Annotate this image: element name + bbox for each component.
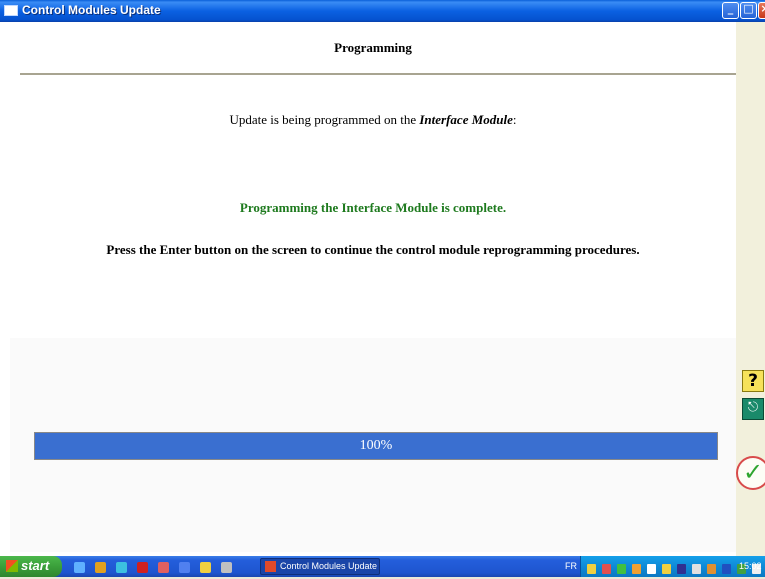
language-indicator[interactable]: FR (565, 561, 577, 571)
tray-icon[interactable] (722, 564, 731, 574)
tray-icon[interactable] (692, 564, 701, 574)
app-icon (265, 561, 276, 572)
minimize-icon: _ (727, 2, 734, 15)
start-label: start (21, 558, 50, 573)
maximize-icon: □ (743, 2, 754, 15)
tray-icon[interactable] (617, 564, 626, 574)
side-toolbar: ? ⎋ ✓ (736, 22, 765, 556)
question-icon: ? (748, 371, 758, 391)
app-window: Control Modules Update _ □ × Programming… (0, 0, 765, 556)
tray-icon[interactable] (587, 564, 596, 574)
close-button[interactable]: × (758, 2, 765, 19)
quick-launch-icon[interactable] (116, 562, 127, 573)
maximize-button[interactable]: □ (740, 2, 757, 19)
windows-logo-icon (6, 560, 18, 572)
tray-icon[interactable] (707, 564, 716, 574)
window-icon (4, 5, 18, 16)
tray-icon[interactable] (677, 564, 686, 574)
quick-launch (74, 560, 238, 573)
quick-launch-icon[interactable] (179, 562, 190, 573)
quick-launch-icon[interactable] (221, 562, 232, 573)
message-prefix: Update is being programmed on the (229, 112, 420, 127)
heading-divider (20, 73, 740, 75)
enter-button[interactable]: ✓ (736, 456, 765, 490)
progress-area: 100% (10, 338, 736, 552)
tray-icon[interactable] (647, 564, 656, 574)
exit-door-icon: ⎋ (747, 400, 759, 415)
window-title: Control Modules Update (22, 3, 161, 17)
start-button[interactable]: start (0, 556, 62, 577)
progress-label: 100% (359, 438, 393, 453)
taskbar-item-label: Control Modules Update (280, 561, 378, 571)
help-button[interactable]: ? (742, 370, 764, 392)
taskbar-item-control-modules-update[interactable]: Control Modules Update (260, 558, 380, 575)
quick-launch-icon[interactable] (74, 562, 85, 573)
title-bar[interactable]: Control Modules Update _ □ × (0, 0, 765, 22)
close-icon: × (759, 2, 765, 15)
tray-icon[interactable] (602, 564, 611, 574)
module-name: Interface Module (419, 112, 513, 127)
programming-message: Update is being programmed on the Interf… (10, 112, 736, 128)
clock: 15:02 (739, 561, 762, 571)
quick-launch-icon[interactable] (137, 562, 148, 573)
exit-button[interactable]: ⎋ (742, 398, 764, 420)
message-suffix: : (512, 112, 517, 127)
tray-icon[interactable] (662, 564, 671, 574)
checkmark-icon: ✓ (742, 458, 764, 486)
taskbar: start Control Modules Update FR 15:02 (0, 556, 765, 577)
instruction-text: Press the Enter button on the screen to … (106, 242, 640, 257)
minimize-button[interactable]: _ (722, 2, 739, 19)
progress-bar: 100% (34, 432, 718, 460)
completion-status: Programming the Interface Module is comp… (239, 200, 507, 215)
system-tray: 15:02 (580, 556, 765, 577)
quick-launch-icon[interactable] (200, 562, 211, 573)
quick-launch-icon[interactable] (95, 562, 106, 573)
quick-launch-icon[interactable] (158, 562, 169, 573)
page-title: Programming (334, 40, 412, 55)
main-content: Programming Update is being programmed o… (10, 22, 740, 552)
tray-icon[interactable] (632, 564, 641, 574)
